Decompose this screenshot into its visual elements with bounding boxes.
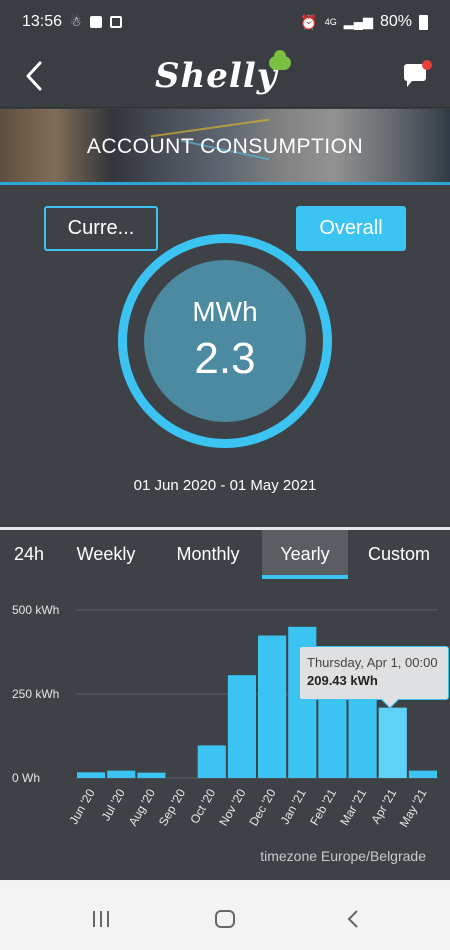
x-tick-label: Jan '21 bbox=[278, 786, 309, 826]
x-tick-label: May '21 bbox=[397, 786, 430, 829]
chart-bar[interactable] bbox=[107, 770, 136, 778]
chart-bar[interactable] bbox=[227, 675, 256, 778]
signal-icon: ▂▄▆ bbox=[343, 14, 373, 29]
chart-bar[interactable] bbox=[378, 707, 407, 778]
battery-percent: 80% bbox=[379, 13, 412, 30]
battery-icon bbox=[419, 14, 428, 30]
gauge-value: 2.3 bbox=[194, 334, 256, 383]
x-tick-label: Aug '20 bbox=[126, 786, 158, 828]
shelly-logo: Shelly bbox=[155, 50, 295, 100]
x-tick-label: Sep '20 bbox=[156, 786, 188, 828]
chart-bar[interactable] bbox=[77, 772, 106, 778]
x-tick-label: Mar '21 bbox=[337, 786, 369, 828]
overall-button[interactable]: Overall bbox=[296, 206, 406, 251]
home-icon bbox=[215, 910, 235, 928]
chart-bar[interactable] bbox=[258, 635, 287, 778]
home-button[interactable] bbox=[210, 904, 240, 934]
chart-bar[interactable] bbox=[137, 772, 166, 778]
tab-weekly[interactable]: Weekly bbox=[58, 530, 154, 579]
tooltip-date: Thursday, Apr 1, 00:00 bbox=[307, 655, 438, 670]
status-bar: 13:56 ☃ ⏰ 4G ▂▄▆ 80% bbox=[0, 0, 450, 44]
gauge-inner: MWh 2.3 bbox=[144, 260, 306, 422]
network-type-icon: 4G bbox=[324, 16, 337, 27]
current-button[interactable]: Curre... bbox=[44, 206, 158, 251]
tab-24h[interactable]: 24h bbox=[0, 530, 58, 579]
y-tick-label: 500 kWh bbox=[12, 603, 59, 617]
y-tick-label: 250 kWh bbox=[12, 687, 59, 701]
x-tick-label: Jul '20 bbox=[99, 786, 128, 823]
nav-back-button[interactable] bbox=[338, 904, 368, 934]
banner: ACCOUNT CONSUMPTION bbox=[0, 109, 450, 185]
chevron-left-icon bbox=[26, 61, 42, 91]
status-time: 13:56 bbox=[22, 13, 63, 30]
snapchat-icon: ☃ bbox=[70, 14, 82, 29]
tab-custom[interactable]: Custom bbox=[348, 530, 450, 579]
recents-button[interactable] bbox=[86, 904, 116, 934]
timezone-label: timezone Europe/Belgrade bbox=[260, 848, 426, 864]
consumption-chart: 0 Wh 250 kWh 500 kWh Jun '20 Jul '20 Aug '20 S… bbox=[0, 580, 450, 880]
system-nav-bar bbox=[0, 886, 450, 950]
gauge-unit: MWh bbox=[192, 296, 258, 327]
back-icon bbox=[347, 910, 358, 928]
recents-icon bbox=[93, 911, 109, 927]
x-tick-label: Feb '21 bbox=[307, 786, 339, 828]
logo-text: Shelly bbox=[155, 56, 278, 96]
chart-bar[interactable] bbox=[408, 770, 437, 778]
chat-button[interactable] bbox=[404, 60, 432, 88]
consumption-gauge: MWh 2.3 bbox=[118, 234, 332, 448]
y-tick-label: 0 Wh bbox=[12, 771, 40, 785]
back-button[interactable] bbox=[14, 56, 54, 96]
alarm-icon: ⏰ bbox=[300, 13, 318, 30]
app-header: Shelly bbox=[0, 44, 450, 108]
checkbox-notification-icon bbox=[89, 16, 102, 28]
consumption-summary: Curre... Overall MWh 2.3 01 Jun 2020 - 0… bbox=[0, 185, 450, 525]
tooltip-value: 209.43 kWh bbox=[307, 673, 378, 688]
x-tick-label: Dec '20 bbox=[246, 786, 278, 828]
tab-monthly[interactable]: Monthly bbox=[154, 530, 262, 579]
notification-dot bbox=[422, 60, 432, 70]
x-tick-label: Apr '21 bbox=[368, 786, 399, 826]
chart-bar[interactable] bbox=[197, 745, 226, 778]
chart-tooltip: Thursday, Apr 1, 00:00 209.43 kWh bbox=[299, 646, 449, 700]
x-tick-label: Jun '20 bbox=[66, 786, 97, 826]
chart-svg: 0 Wh 250 kWh 500 kWh Jun '20 Jul '20Aug '20S… bbox=[12, 603, 438, 830]
x-tick-label: Oct '20 bbox=[187, 786, 218, 826]
tab-yearly[interactable]: Yearly bbox=[262, 530, 348, 579]
period-tabs: 24h Weekly Monthly Yearly Custom bbox=[0, 530, 450, 579]
date-range: 01 Jun 2020 - 01 May 2021 bbox=[133, 477, 317, 494]
x-tick-label: Nov '20 bbox=[216, 786, 248, 828]
logo-cloud-icon bbox=[269, 50, 291, 70]
page-title: ACCOUNT CONSUMPTION bbox=[86, 135, 364, 158]
image-notification-icon bbox=[109, 16, 122, 28]
